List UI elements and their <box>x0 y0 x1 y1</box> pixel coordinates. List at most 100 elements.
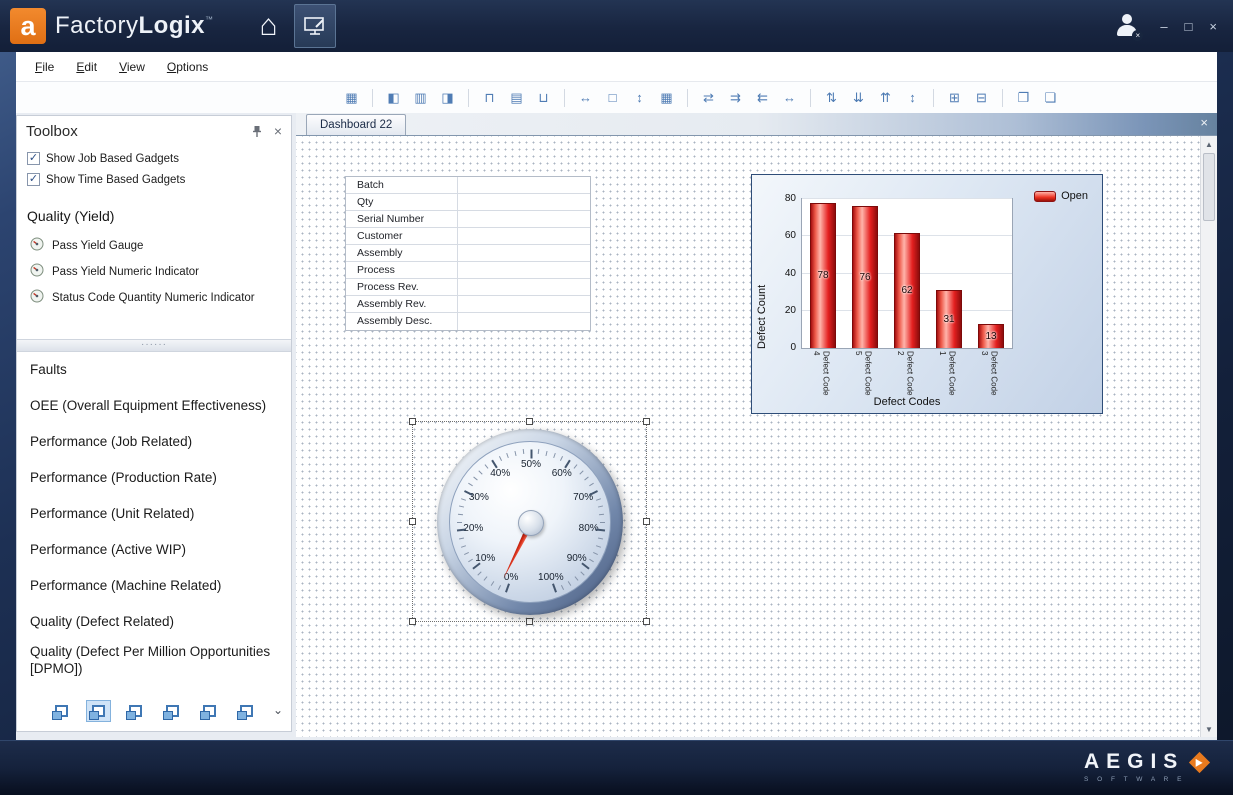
maximize-button[interactable]: □ <box>1185 19 1193 34</box>
size-to-grid-icon[interactable]: ▦ <box>654 87 679 109</box>
layout-page-icon[interactable] <box>234 700 259 722</box>
decrease-horizontal-spacing-icon[interactable]: ⇇ <box>750 87 775 109</box>
table-row-value <box>458 279 590 295</box>
toolbox-active-group-title[interactable]: Quality (Yield) <box>17 194 291 233</box>
scroll-up-icon[interactable]: ▲ <box>1201 136 1217 152</box>
toolbox-group-item[interactable]: Quality (Defect Per Million Opportunitie… <box>17 640 291 682</box>
layout-page-icon[interactable] <box>123 700 148 722</box>
remove-horizontal-spacing-icon[interactable]: ↔ <box>777 87 802 109</box>
canvas-vertical-scrollbar[interactable]: ▲ ▼ <box>1200 136 1217 737</box>
scroll-down-icon[interactable]: ▼ <box>1201 721 1217 737</box>
send-to-back-icon[interactable]: ❏ <box>1038 87 1063 109</box>
make-same-height-icon[interactable]: ↕ <box>627 87 652 109</box>
selection-handle-top-left[interactable] <box>409 418 416 425</box>
align-middles-icon[interactable]: ▤ <box>504 87 529 109</box>
gauge-tick <box>596 545 601 548</box>
checkbox[interactable]: ✓ <box>27 152 40 165</box>
selection-handle-bottom-left[interactable] <box>409 618 416 625</box>
user-account-icon[interactable]: × <box>1114 13 1140 39</box>
toolbox-group-item[interactable]: OEE (Overall Equipment Effectiveness) <box>17 388 291 424</box>
decrease-vertical-spacing-icon[interactable]: ⇈ <box>873 87 898 109</box>
toolbox-group-item[interactable]: Performance (Job Related) <box>17 424 291 460</box>
toolbox-group-item[interactable]: Performance (Unit Related) <box>17 496 291 532</box>
gadget-item-label: Pass Yield Numeric Indicator <box>52 266 199 278</box>
pin-icon[interactable] <box>252 125 262 138</box>
info-table-gadget[interactable]: BatchQtySerial NumberCustomerAssemblyPro… <box>345 176 591 331</box>
tab-dashboard-22[interactable]: Dashboard 22 <box>306 114 406 135</box>
chevron-down-icon[interactable]: ⌄ <box>273 703 283 717</box>
trademark: ™ <box>205 15 214 24</box>
align-bottoms-icon[interactable]: ⊔ <box>531 87 556 109</box>
toolbox-group-item[interactable]: Performance (Active WIP) <box>17 532 291 568</box>
toolbar-separator <box>1002 89 1003 107</box>
dashboard-designer-button[interactable] <box>294 4 336 48</box>
center-vertically-icon[interactable]: ⊟ <box>969 87 994 109</box>
checkbox[interactable]: ✓ <box>27 173 40 186</box>
equal-horizontal-spacing-icon[interactable]: ⇄ <box>696 87 721 109</box>
gauge-tick <box>600 522 605 523</box>
align-rights-icon[interactable]: ◨ <box>435 87 460 109</box>
defect-bar-chart-gadget[interactable]: Open Defect Count 7876623113 Defect Code… <box>751 174 1103 414</box>
table-row: Serial Number <box>346 211 590 228</box>
toolbox-group-item[interactable]: Faults <box>17 352 291 388</box>
minimize-button[interactable]: – <box>1160 19 1167 34</box>
selection-handle-left[interactable] <box>409 518 416 525</box>
pass-yield-gauge-gadget[interactable]: 0%10%20%30%40%50%60%70%80%90%100% <box>412 421 647 622</box>
toolbox-group-item[interactable]: Performance (Machine Related) <box>17 568 291 604</box>
toolbar-separator <box>468 89 469 107</box>
layout-page-icon[interactable] <box>160 700 185 722</box>
gauge-tick <box>506 453 509 458</box>
toolbox-gadget-item[interactable]: Pass Yield Numeric Indicator <box>17 259 291 285</box>
table-row-value <box>458 245 590 261</box>
bring-to-front-icon[interactable]: ❐ <box>1011 87 1036 109</box>
transform-to-grid-icon[interactable]: ▦ <box>339 87 364 109</box>
make-same-width-icon[interactable]: ↔ <box>573 87 598 109</box>
close-button[interactable]: × <box>1209 19 1217 34</box>
menu-item-file[interactable]: File <box>24 55 65 79</box>
increase-vertical-spacing-icon[interactable]: ⇊ <box>846 87 871 109</box>
make-same-size-icon[interactable]: □ <box>600 87 625 109</box>
brand-text: Factory Logix ™ <box>55 12 214 40</box>
scrollbar-thumb[interactable] <box>1203 153 1215 221</box>
toolbox-group-item[interactable]: Performance (Production Rate) <box>17 460 291 496</box>
menu-item-view[interactable]: View <box>108 55 156 79</box>
align-lefts-icon[interactable]: ◧ <box>381 87 406 109</box>
remove-vertical-spacing-icon[interactable]: ↕ <box>900 87 925 109</box>
selection-handle-right[interactable] <box>643 518 650 525</box>
gauge-tick <box>499 456 502 461</box>
menu-item-edit[interactable]: Edit <box>65 55 108 79</box>
table-row: Process Rev. <box>346 279 590 296</box>
menu-item-options[interactable]: Options <box>156 55 219 79</box>
page-glyph-icon <box>55 705 68 717</box>
gauge-scale-label: 0% <box>496 572 526 583</box>
toolbox-close-icon[interactable]: × <box>274 124 282 138</box>
bar-defect-code-2: 62 <box>894 233 920 348</box>
selection-handle-bottom[interactable] <box>526 618 533 625</box>
gauge-tick <box>478 571 482 575</box>
toolbox-gadget-item[interactable]: Status Code Quantity Numeric Indicator <box>17 285 291 311</box>
y-tick-label: 20 <box>768 305 796 316</box>
document-close-icon[interactable]: × <box>1200 116 1208 129</box>
layout-page-icon[interactable] <box>86 700 111 722</box>
increase-horizontal-spacing-icon[interactable]: ⇉ <box>723 87 748 109</box>
selection-handle-top[interactable] <box>526 418 533 425</box>
dashboard-canvas[interactable]: BatchQtySerial NumberCustomerAssemblyPro… <box>296 136 1217 737</box>
toolbox-gadget-item[interactable]: Pass Yield Gauge <box>17 233 291 259</box>
toolbox-group-item[interactable]: Quality (Defect Related) <box>17 604 291 640</box>
table-row-label: Qty <box>346 194 458 210</box>
x-tick-label: Defect Code 4 <box>812 351 830 397</box>
toolbox-splitter-handle[interactable]: ······ <box>17 339 291 352</box>
bar-value-label: 13 <box>985 331 996 342</box>
layout-page-icon[interactable] <box>49 700 74 722</box>
layout-page-icon[interactable] <box>197 700 222 722</box>
home-icon[interactable]: ⌂ <box>260 11 278 41</box>
align-centers-icon[interactable]: ▥ <box>408 87 433 109</box>
align-tops-icon[interactable]: ⊓ <box>477 87 502 109</box>
gauge-tick <box>560 456 563 461</box>
gauge-tick <box>561 585 564 590</box>
selection-handle-bottom-right[interactable] <box>643 618 650 625</box>
equal-vertical-spacing-icon[interactable]: ⇅ <box>819 87 844 109</box>
center-horizontally-icon[interactable]: ⊞ <box>942 87 967 109</box>
selection-handle-top-right[interactable] <box>643 418 650 425</box>
gauge-tick <box>599 514 604 516</box>
